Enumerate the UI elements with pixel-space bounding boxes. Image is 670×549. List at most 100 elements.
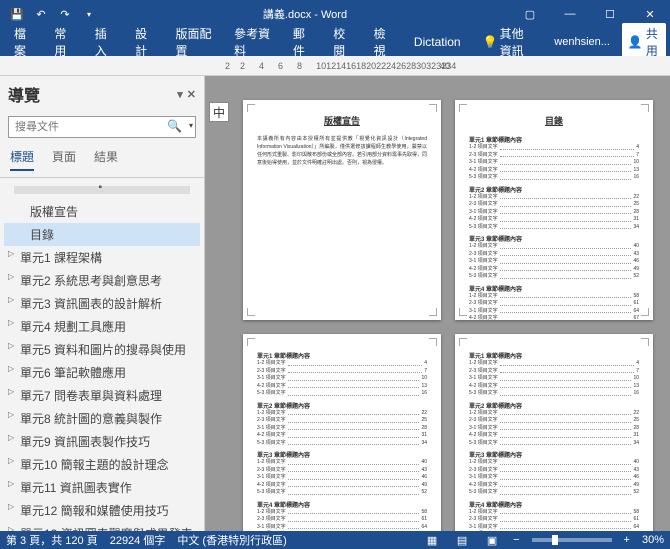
toc-line: 2-3 項目文字7 bbox=[469, 368, 639, 376]
toc-line: 單元4 章節標題內容 bbox=[469, 500, 639, 509]
page-2[interactable]: 目錄 單元1 章節標題內容1-2 項目文字42-3 項目文字73-1 項目文字1… bbox=[455, 100, 653, 320]
toc-line: 1-2 項目文字22 bbox=[469, 410, 639, 418]
search-icon[interactable]: 🔍 bbox=[167, 119, 182, 133]
toc-line: 4-2 項目文字13 bbox=[469, 167, 639, 175]
toc-line: 單元2 章節標題內容 bbox=[469, 185, 639, 194]
status-page[interactable]: 第 3 頁，共 120 頁 bbox=[6, 532, 98, 548]
document-title: 講義.docx - Word bbox=[100, 6, 510, 22]
page2-title: 目錄 bbox=[469, 114, 639, 127]
toc-line: 單元2 章節標題內容 bbox=[469, 401, 639, 410]
view-read-icon[interactable]: ▦ bbox=[423, 533, 441, 547]
toc-line: 單元1 章節標題內容 bbox=[257, 351, 427, 360]
toc-line: 3-1 項目文字10 bbox=[469, 375, 639, 383]
toc-line: 1-2 項目文字58 bbox=[257, 509, 427, 517]
toc-line: 4-2 項目文字31 bbox=[257, 432, 427, 440]
toc-line: 4-2 項目文字49 bbox=[469, 266, 639, 274]
minimize-icon[interactable]: — bbox=[550, 0, 590, 28]
toc-line: 2-3 項目文字61 bbox=[469, 516, 639, 524]
view-print-icon[interactable]: ▤ bbox=[453, 533, 471, 547]
zoom-out-icon[interactable]: − bbox=[513, 534, 519, 546]
status-lang[interactable]: 中文 (香港特別行政區) bbox=[177, 532, 286, 548]
view-web-icon[interactable]: ▣ bbox=[483, 533, 501, 547]
nav-tab-headings[interactable]: 標題 bbox=[10, 148, 34, 171]
nav-item-3[interactable]: 單元2 系統思考與創意思考 bbox=[4, 269, 200, 292]
toc-line: 3-1 項目文字64 bbox=[469, 524, 639, 532]
nav-item-5[interactable]: 單元4 規劃工具應用 bbox=[4, 315, 200, 338]
toc-line: 2-3 項目文字61 bbox=[469, 300, 639, 308]
nav-item-12[interactable]: 單元11 資訊圖表實作 bbox=[4, 476, 200, 499]
toc-line: 5-3 項目文字34 bbox=[257, 440, 427, 448]
toc-line: 3-1 項目文字64 bbox=[469, 308, 639, 316]
nav-item-8[interactable]: 單元7 問卷表單與資料處理 bbox=[4, 384, 200, 407]
toc-line: 1-2 項目文字4 bbox=[469, 360, 639, 368]
nav-dropdown-icon[interactable]: ▾ bbox=[177, 88, 183, 101]
toc-line: 單元3 章節標題內容 bbox=[257, 450, 427, 459]
nav-item-11[interactable]: 單元10 簡報主題的設計理念 bbox=[4, 453, 200, 476]
nav-scroll-indicator[interactable] bbox=[14, 186, 190, 194]
toc-line: 單元3 章節標題內容 bbox=[469, 234, 639, 243]
page1-body: 本講義所有內容由本授權所有並提供教「視覺化資訊設計（Integrated Inf… bbox=[257, 135, 427, 167]
tab-dictation[interactable]: Dictation bbox=[404, 31, 471, 53]
nav-item-6[interactable]: 單元5 資料和圖片的搜尋與使用 bbox=[4, 338, 200, 361]
toc-line: 2-3 項目文字25 bbox=[469, 201, 639, 209]
toc-line: 2-3 項目文字43 bbox=[257, 467, 427, 475]
nav-item-7[interactable]: 單元6 筆記軟體應用 bbox=[4, 361, 200, 384]
toc-line: 5-3 項目文字34 bbox=[469, 440, 639, 448]
navigation-pane: 導覽 ▾ ✕ 🔍 ▾ 標題 頁面 結果 版權宣告目錄單元1 課程架構單元2 系統… bbox=[0, 76, 205, 531]
search-dropdown-icon[interactable]: ▾ bbox=[189, 121, 193, 130]
toc-line: 4-2 項目文字13 bbox=[469, 383, 639, 391]
toc-line: 5-3 項目文字52 bbox=[469, 489, 639, 497]
ruler-left-margin: 2 bbox=[225, 61, 230, 71]
toc-line: 2-3 項目文字25 bbox=[469, 417, 639, 425]
toc-line: 4-2 項目文字31 bbox=[469, 216, 639, 224]
toc-line: 5-3 項目文字52 bbox=[257, 489, 427, 497]
toc-line: 1-2 項目文字22 bbox=[257, 410, 427, 418]
toc-line: 4-2 項目文字31 bbox=[469, 432, 639, 440]
toc-line: 單元1 章節標題內容 bbox=[469, 351, 639, 360]
nav-item-13[interactable]: 單元12 簡報和媒體使用技巧 bbox=[4, 499, 200, 522]
user-name[interactable]: wenhsien... bbox=[544, 32, 620, 52]
toc-line: 5-3 項目文字34 bbox=[469, 224, 639, 232]
toc-line: 3-1 項目文字46 bbox=[469, 474, 639, 482]
toc-line: 2-3 項目文字43 bbox=[469, 251, 639, 259]
document-area[interactable]: 中 版權宣告 本講義所有內容由本授權所有並提供教「視覺化資訊設計（Integra… bbox=[205, 76, 670, 531]
nav-item-0[interactable]: 版權宣告 bbox=[4, 200, 200, 223]
nav-close-icon[interactable]: ✕ bbox=[187, 88, 196, 101]
ruler[interactable]: 2 2 4 6 8 1012141618202224262830323234 4… bbox=[0, 56, 670, 76]
page-4[interactable]: 單元1 章節標題內容1-2 項目文字42-3 項目文字73-1 項目文字104-… bbox=[455, 334, 653, 531]
toc-line: 1-2 項目文字40 bbox=[469, 243, 639, 251]
nav-title: 導覽 bbox=[8, 82, 40, 106]
page1-title: 版權宣告 bbox=[257, 114, 427, 127]
toc-line: 3-1 項目文字28 bbox=[469, 209, 639, 217]
toc-line: 4-2 項目文字49 bbox=[257, 482, 427, 490]
nav-item-14[interactable]: 單元13 資訊圖表觀摩與成果發表 bbox=[4, 522, 200, 531]
nav-item-9[interactable]: 單元8 統計圖的意義與製作 bbox=[4, 407, 200, 430]
toc-line: 4-2 項目文字13 bbox=[257, 383, 427, 391]
zoom-slider[interactable] bbox=[532, 538, 612, 542]
toc-line: 1-2 項目文字40 bbox=[469, 459, 639, 467]
toc-line: 2-3 項目文字43 bbox=[469, 467, 639, 475]
toc-line: 3-1 項目文字28 bbox=[257, 425, 427, 433]
ime-indicator[interactable]: 中 bbox=[209, 102, 229, 122]
toc-line: 1-2 項目文字58 bbox=[469, 293, 639, 301]
share-icon: 👤 bbox=[628, 35, 643, 49]
toc-line: 4-2 項目文字67 bbox=[469, 315, 639, 320]
nav-tab-pages[interactable]: 頁面 bbox=[52, 148, 76, 171]
toc-line: 5-3 項目文字16 bbox=[469, 174, 639, 182]
nav-item-4[interactable]: 單元3 資訊圖表的設計解析 bbox=[4, 292, 200, 315]
toc-line: 單元4 章節標題內容 bbox=[257, 500, 427, 509]
nav-item-1[interactable]: 目錄 bbox=[4, 223, 200, 246]
page-3[interactable]: 單元1 章節標題內容1-2 項目文字42-3 項目文字73-1 項目文字104-… bbox=[243, 334, 441, 531]
status-words[interactable]: 22924 個字 bbox=[110, 532, 166, 548]
toc-line: 1-2 項目文字22 bbox=[469, 194, 639, 202]
nav-item-10[interactable]: 單元9 資訊圖表製作技巧 bbox=[4, 430, 200, 453]
nav-item-2[interactable]: 單元1 課程架構 bbox=[4, 246, 200, 269]
zoom-value[interactable]: 30% bbox=[642, 534, 664, 546]
zoom-in-icon[interactable]: + bbox=[624, 534, 630, 546]
toc-line: 5-3 項目文字16 bbox=[469, 390, 639, 398]
nav-tab-results[interactable]: 結果 bbox=[94, 148, 118, 171]
toc-line: 2-3 項目文字25 bbox=[257, 417, 427, 425]
toc-line: 3-1 項目文字46 bbox=[257, 474, 427, 482]
page-1[interactable]: 版權宣告 本講義所有內容由本授權所有並提供教「視覺化資訊設計（Integrate… bbox=[243, 100, 441, 320]
toc-line: 5-3 項目文字52 bbox=[469, 273, 639, 281]
